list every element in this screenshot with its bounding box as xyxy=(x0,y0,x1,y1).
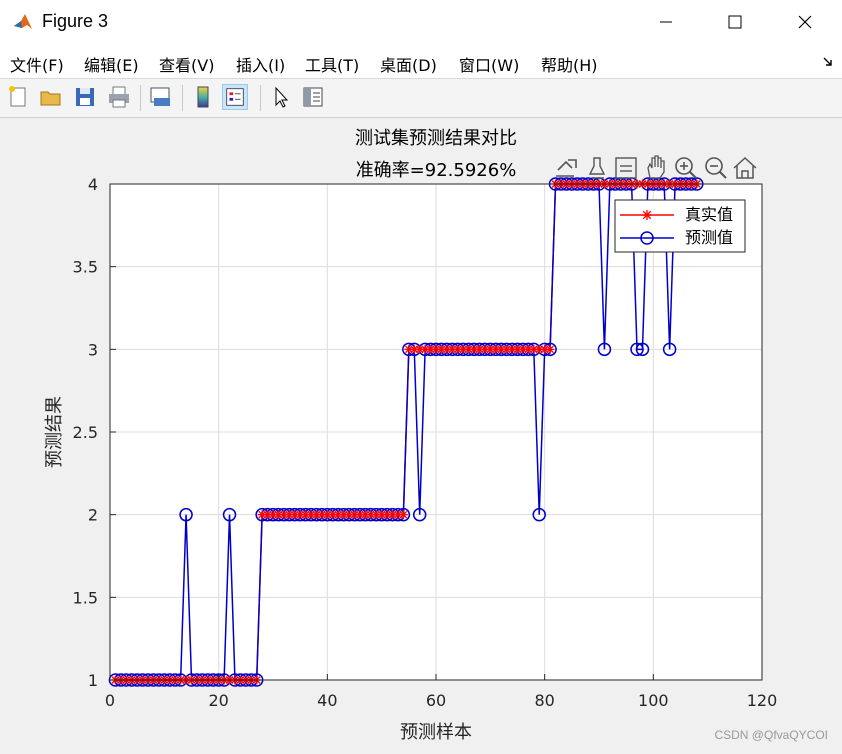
close-button[interactable] xyxy=(782,0,828,44)
legend-star-shape xyxy=(642,210,652,220)
title-bar: Figure 3 xyxy=(0,0,842,44)
maximize-icon xyxy=(728,15,742,29)
x-tick-label: 80 xyxy=(534,691,554,710)
chart-subtitle: 准确率=92.5926% xyxy=(356,160,517,181)
window-title: Figure 3 xyxy=(42,11,109,31)
menu-edit[interactable]: 编辑(E) xyxy=(84,52,139,76)
menu-insert[interactable]: 插入(I) xyxy=(236,52,285,76)
y-tick-label: 2.5 xyxy=(73,423,98,442)
legend-star-marker xyxy=(642,210,652,220)
x-tick-label: 20 xyxy=(208,691,228,710)
y-tick-label: 2 xyxy=(88,506,98,525)
new-file-icon[interactable] xyxy=(5,84,31,110)
data-tips-icon[interactable] xyxy=(615,157,637,179)
figure-canvas: 0 20 40 60 80 100 120 1 1.5 2 2.5 3 3.5 4 测试集预测结果对比 准… xyxy=(0,118,842,750)
zoom-out-icon[interactable] xyxy=(705,157,727,179)
pan-icon[interactable] xyxy=(647,155,665,179)
matlab-logo-icon xyxy=(12,11,34,33)
close-icon xyxy=(798,15,812,29)
toolbar-separator xyxy=(140,85,141,111)
legend-label-pred: 预测值 xyxy=(685,228,733,247)
true-point xyxy=(545,344,555,354)
menu-file[interactable]: 文件(F) xyxy=(10,52,64,76)
legend[interactable]: 真实值 预测值 xyxy=(614,199,746,253)
y-tick-label: 1 xyxy=(88,671,98,690)
figure-toolbar xyxy=(0,79,842,118)
maximize-button[interactable] xyxy=(712,0,758,44)
zoom-in-icon[interactable] xyxy=(675,157,697,179)
x-tick-label: 100 xyxy=(638,691,669,710)
true-point xyxy=(398,510,408,520)
chart-svg[interactable]: 0 20 40 60 80 100 120 1 1.5 2 2.5 3 3.5 4 测试集预测结果对比 准… xyxy=(0,118,842,750)
x-tick-label: 0 xyxy=(105,691,115,710)
y-tick-label: 3.5 xyxy=(73,258,98,277)
menu-tools[interactable]: 工具(T) xyxy=(305,52,359,76)
dock-arrow-icon[interactable] xyxy=(822,56,834,68)
toolbar-separator xyxy=(260,85,261,111)
home-icon[interactable] xyxy=(733,156,757,179)
x-tick-label: 120 xyxy=(747,691,778,710)
legend-label-true: 真实值 xyxy=(685,205,733,224)
menu-help[interactable]: 帮助(H) xyxy=(541,52,598,76)
save-icon[interactable] xyxy=(72,84,98,110)
y-tick-label: 1.5 xyxy=(73,588,98,607)
watermark: CSDN @QfvaQYCOI xyxy=(714,728,828,742)
x-tick-label: 60 xyxy=(426,691,446,710)
legend-icon[interactable] xyxy=(222,84,248,110)
menu-view[interactable]: 查看(V) xyxy=(159,52,214,76)
print-preview-icon[interactable] xyxy=(148,84,174,110)
open-folder-icon[interactable] xyxy=(38,84,64,110)
brush-icon[interactable] xyxy=(588,157,606,179)
menu-bar: 文件(F) 编辑(E) 查看(V) 插入(I) 工具(T) 桌面(D) 窗口(W… xyxy=(0,44,842,79)
y-tick-label: 3 xyxy=(88,340,98,359)
print-icon[interactable] xyxy=(106,84,132,110)
property-inspector-icon[interactable] xyxy=(300,84,326,110)
x-axis-label: 预测样本 xyxy=(400,722,472,743)
y-axis-label: 预测结果 xyxy=(44,396,65,468)
menu-desktop[interactable]: 桌面(D) xyxy=(380,52,437,76)
chart-title: 测试集预测结果对比 xyxy=(355,128,517,149)
y-tick-label: 4 xyxy=(88,175,98,194)
toolbar-separator xyxy=(182,85,183,111)
minimize-icon xyxy=(660,21,672,23)
export-icon[interactable] xyxy=(556,159,577,177)
minimize-button[interactable] xyxy=(643,0,689,44)
menu-window[interactable]: 窗口(W) xyxy=(459,52,519,76)
pointer-icon[interactable] xyxy=(268,84,294,110)
x-tick-label: 40 xyxy=(317,691,337,710)
colorbar-icon[interactable] xyxy=(190,84,216,110)
axes-toolbar xyxy=(556,155,757,179)
